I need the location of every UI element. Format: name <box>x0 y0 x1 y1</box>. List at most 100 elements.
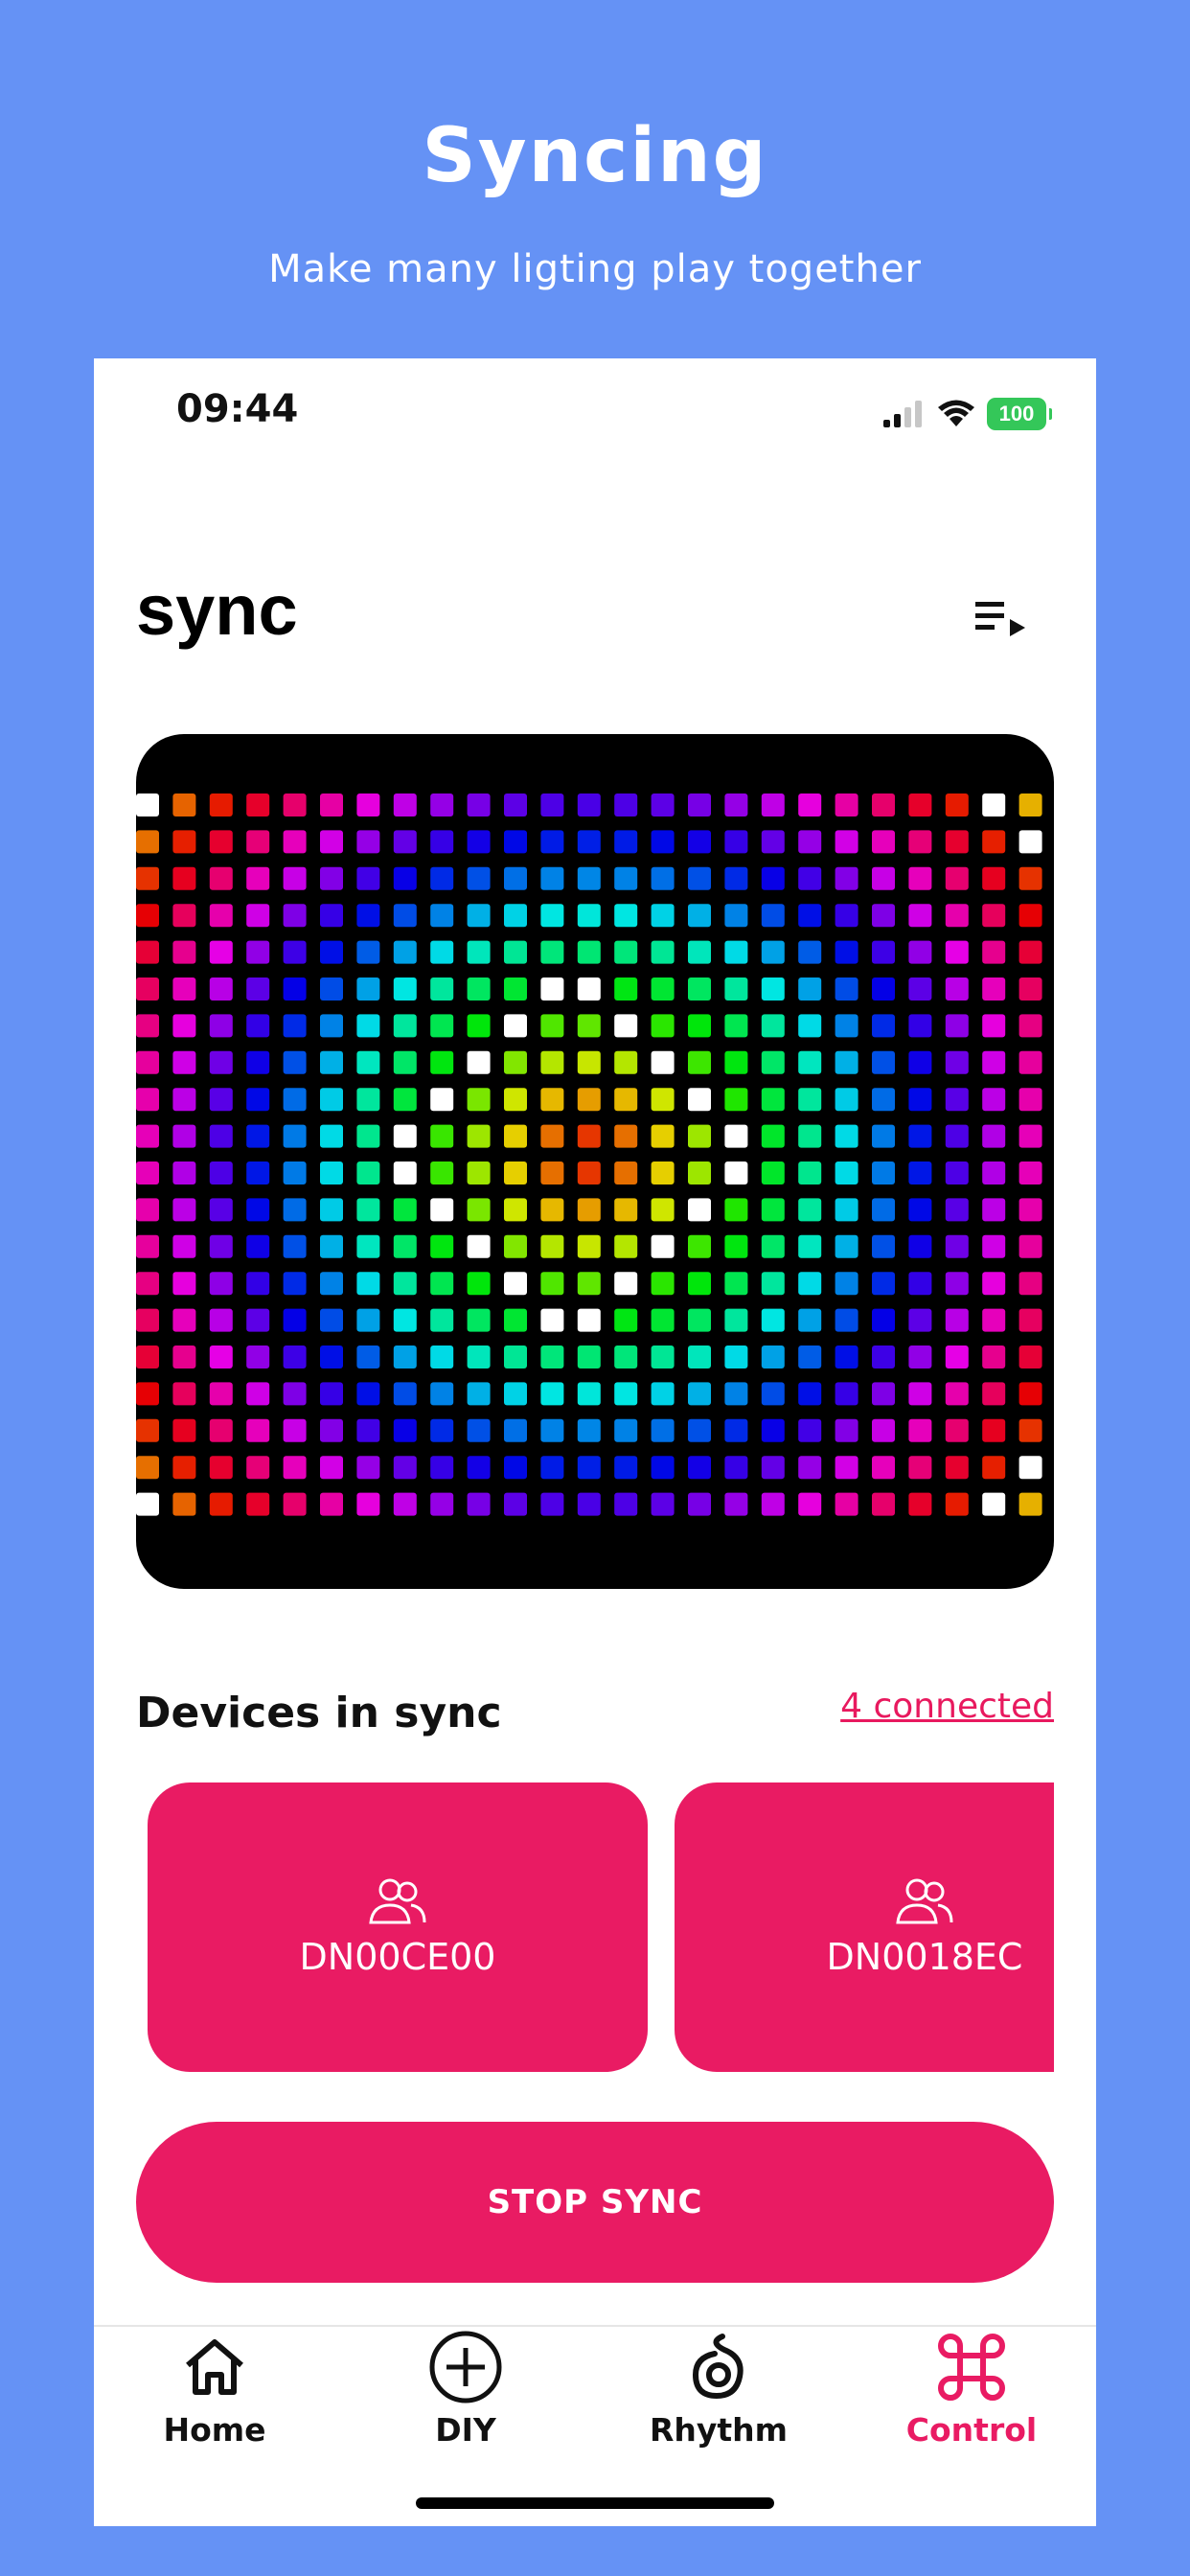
led-pixel <box>724 1346 748 1368</box>
led-pixel <box>356 866 380 890</box>
led-pixel <box>982 1088 1006 1112</box>
led-pixel <box>982 940 1006 964</box>
led-pixel <box>724 1492 748 1516</box>
led-pixel <box>136 1198 159 1222</box>
tab-home[interactable]: Home <box>100 2327 330 2449</box>
led-pixel <box>798 1456 822 1480</box>
led-pixel <box>246 1456 270 1480</box>
led-pixel <box>614 1124 638 1148</box>
led-pixel <box>209 1162 233 1184</box>
led-pixel <box>761 1124 785 1148</box>
led-pixel <box>945 1382 969 1406</box>
led-pixel <box>798 1088 822 1112</box>
led-pixel <box>651 866 675 890</box>
playlist-play-icon[interactable] <box>975 598 1029 642</box>
led-pixel <box>540 794 564 816</box>
led-pixel <box>651 1456 675 1480</box>
led-pixel <box>798 1234 822 1258</box>
wifi-icon <box>938 400 974 426</box>
led-pixel <box>1018 904 1042 928</box>
led-pixel <box>1018 866 1042 890</box>
led-pixel <box>614 1456 638 1480</box>
led-pixel <box>246 1014 270 1038</box>
connected-devices-link[interactable]: 4 connected <box>840 1687 1054 1726</box>
led-pixel <box>1018 1272 1042 1296</box>
led-pixel <box>430 940 454 964</box>
led-pixel <box>393 794 417 816</box>
led-pixel <box>835 1124 858 1148</box>
led-pixel <box>320 1272 343 1296</box>
led-pixel <box>798 904 822 928</box>
led-pixel <box>761 978 785 1000</box>
stop-sync-button[interactable]: STOP SYNC <box>136 2122 1054 2283</box>
led-pixel <box>577 1234 601 1258</box>
led-pixel <box>798 1050 822 1074</box>
led-pixel <box>1018 1492 1042 1516</box>
device-card[interactable]: DN00CE00 <box>148 1782 648 2072</box>
led-pixel <box>1018 1382 1042 1406</box>
led-pixel <box>577 1014 601 1038</box>
led-pixel <box>982 1198 1006 1222</box>
led-pixel <box>283 1346 307 1368</box>
led-pixel <box>651 1234 675 1258</box>
led-pixel <box>872 1014 895 1038</box>
tab-label-control: Control <box>905 2411 1038 2449</box>
led-pixel <box>467 1014 491 1038</box>
led-pixel <box>467 1418 491 1442</box>
led-pixel <box>172 794 196 816</box>
led-pixel <box>209 830 233 854</box>
device-card[interactable]: DN0018EC <box>675 1782 1054 2072</box>
tab-control[interactable]: Control <box>857 2327 1087 2449</box>
plus-circle-icon <box>429 2331 502 2404</box>
led-pixel <box>798 1418 822 1442</box>
led-pixel <box>761 1346 785 1368</box>
led-pixel <box>614 1014 638 1038</box>
led-pixel <box>761 794 785 816</box>
led-pixel <box>540 1272 564 1296</box>
led-pixel <box>393 1346 417 1368</box>
led-pixel <box>467 866 491 890</box>
led-pixel <box>172 1492 196 1516</box>
led-pixel <box>504 940 527 964</box>
led-pixel <box>982 1050 1006 1074</box>
led-pixel <box>908 940 932 964</box>
led-pixel <box>945 904 969 928</box>
led-pixel <box>393 1382 417 1406</box>
led-pixel <box>872 1346 895 1368</box>
led-pixel <box>136 1050 159 1074</box>
led-pixel <box>614 1492 638 1516</box>
led-pixel <box>504 1308 527 1332</box>
led-pixel <box>982 904 1006 928</box>
led-pixel <box>945 1272 969 1296</box>
led-pixel <box>908 1124 932 1148</box>
led-pixel <box>761 1234 785 1258</box>
led-pixel <box>1018 1088 1042 1112</box>
tab-diy[interactable]: DIY <box>351 2327 581 2449</box>
led-pixel <box>172 1198 196 1222</box>
led-pixel <box>577 866 601 890</box>
led-pixel <box>651 1346 675 1368</box>
led-pixel <box>540 904 564 928</box>
led-pixel <box>320 940 343 964</box>
led-pixel <box>945 1198 969 1222</box>
led-pixel <box>430 1050 454 1074</box>
led-pixel <box>172 1272 196 1296</box>
led-pixel <box>283 1050 307 1074</box>
led-pixel <box>761 1014 785 1038</box>
led-pixel <box>724 1124 748 1148</box>
led-pixel <box>577 794 601 816</box>
led-pixel <box>356 1234 380 1258</box>
status-time: 09:44 <box>176 387 299 431</box>
tab-rhythm[interactable]: Rhythm <box>604 2327 834 2449</box>
led-pixel <box>209 978 233 1000</box>
led-pixel <box>540 1162 564 1184</box>
led-pixel <box>393 830 417 854</box>
led-pixel <box>356 1124 380 1148</box>
led-pixel <box>724 1234 748 1258</box>
led-pixel <box>467 940 491 964</box>
led-pixel <box>945 1014 969 1038</box>
led-pixel <box>724 1272 748 1296</box>
led-pixel <box>172 904 196 928</box>
led-pixel <box>283 794 307 816</box>
device-carousel[interactable]: DN00CE00 DN0018EC <box>136 1782 1054 2072</box>
